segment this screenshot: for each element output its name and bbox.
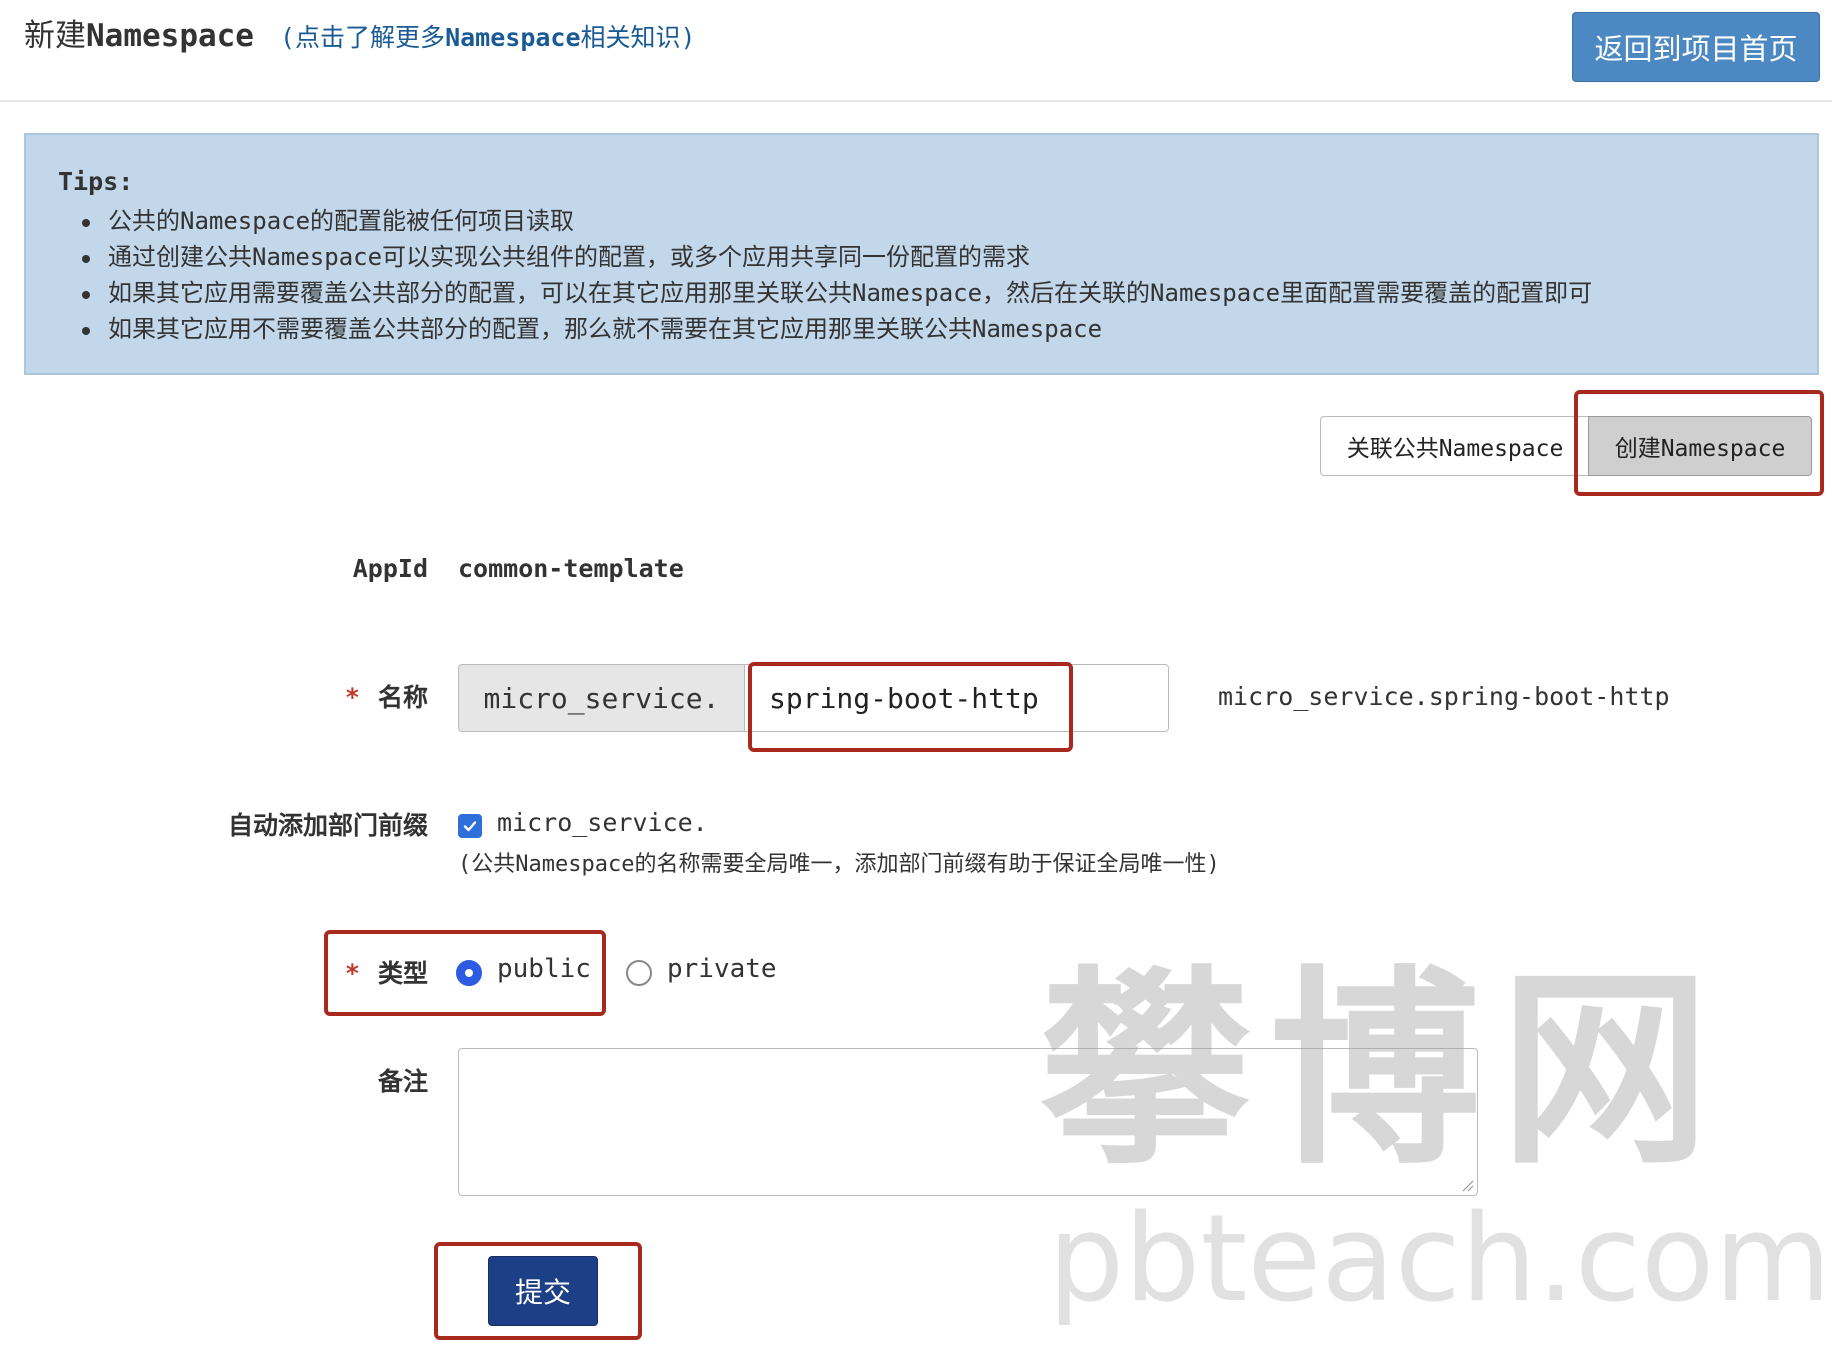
appid-label: AppId	[352, 554, 428, 583]
header-divider	[0, 100, 1832, 102]
tips-item: 通过创建公共Namespace可以实现公共组件的配置，或多个应用共享同一份配置的…	[76, 239, 1592, 275]
learn-more-link[interactable]: (点击了解更多Namespace相关知识)	[280, 18, 696, 54]
auto-prefix-label: 自动添加部门前缀	[227, 811, 428, 840]
annotation-box	[434, 1242, 642, 1340]
type-private-label[interactable]: private	[667, 954, 777, 984]
back-to-project-button[interactable]: 返回到项目首页	[1572, 12, 1820, 82]
name-label: * 名称	[345, 678, 428, 714]
name-label-text: 名称	[377, 683, 428, 712]
watermark-en: pbteach.com	[1048, 1190, 1832, 1329]
tips-list: 公共的Namespace的配置能被任何项目读取 通过创建公共Namespace可…	[76, 203, 1592, 347]
required-mark: *	[344, 683, 360, 712]
tips-item: 如果其它应用不需要覆盖公共部分的配置，那么就不需要在其它应用那里关联公共Name…	[76, 311, 1592, 347]
name-prefix-addon: micro_service.	[458, 664, 745, 732]
tips-title: Tips:	[58, 167, 134, 196]
page-title-name: Namespace	[86, 18, 254, 54]
watermark-cn: 攀博网	[1040, 946, 1731, 1193]
auto-prefix-help: (公共Namespace的名称需要全局唯一，添加部门前缀有助于保证全局唯一性)	[458, 852, 1220, 877]
appid-value: common-template	[458, 554, 684, 583]
learn-link-name: Namespace	[445, 23, 581, 52]
remark-label: 备注	[377, 1067, 428, 1096]
tips-panel: Tips: 公共的Namespace的配置能被任何项目读取 通过创建公共Name…	[24, 133, 1819, 375]
annotation-box	[1574, 390, 1824, 496]
check-icon	[463, 821, 477, 832]
annotation-box	[324, 930, 606, 1016]
auto-prefix-checkbox[interactable]	[458, 814, 482, 838]
name-preview: micro_service.spring-boot-http	[1218, 682, 1670, 711]
link-public-namespace-button[interactable]: 关联公共Namespace	[1320, 416, 1590, 476]
learn-link-open: (点击了解更多	[280, 23, 446, 52]
tips-item: 公共的Namespace的配置能被任何项目读取	[76, 203, 1592, 239]
learn-link-close: 相关知识)	[580, 23, 696, 52]
auto-prefix-value: micro_service.	[497, 808, 708, 837]
tips-item: 如果其它应用需要覆盖公共部分的配置，可以在其它应用那里关联公共Namespace…	[76, 275, 1592, 311]
type-private-radio[interactable]	[626, 960, 652, 986]
page-title-prefix: 新建	[24, 18, 86, 54]
annotation-box	[748, 662, 1073, 752]
page-title: 新建Namespace	[24, 10, 254, 55]
